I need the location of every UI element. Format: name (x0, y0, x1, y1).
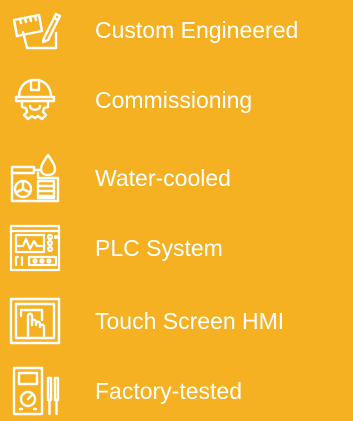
multimeter-test-icon (8, 364, 62, 418)
engineer-helmet-gear-icon (8, 73, 62, 127)
feature-touch-screen-hmi: Touch Screen HMI (0, 291, 353, 351)
feature-label: Touch Screen HMI (95, 308, 285, 334)
feature-commissioning: Commissioning (0, 70, 353, 130)
feature-label: Commissioning (95, 87, 253, 113)
plc-controller-panel-icon (8, 221, 62, 275)
feature-label: Factory-tested (95, 378, 242, 404)
water-cooled-chiller-icon (8, 151, 62, 205)
feature-label: Water-cooled (95, 165, 231, 191)
feature-water-cooled: Water-cooled (0, 148, 353, 208)
feature-label: PLC System (95, 235, 223, 261)
touch-screen-hand-icon (8, 294, 62, 348)
feature-plc-system: PLC System (0, 218, 353, 278)
feature-list: Custom Engineered Commissioning Water-co… (0, 0, 353, 421)
feature-factory-tested: Factory-tested (0, 361, 353, 421)
ruler-pencil-design-icon (8, 3, 62, 57)
feature-label: Custom Engineered (95, 17, 299, 43)
feature-custom-engineered: Custom Engineered (0, 0, 353, 60)
